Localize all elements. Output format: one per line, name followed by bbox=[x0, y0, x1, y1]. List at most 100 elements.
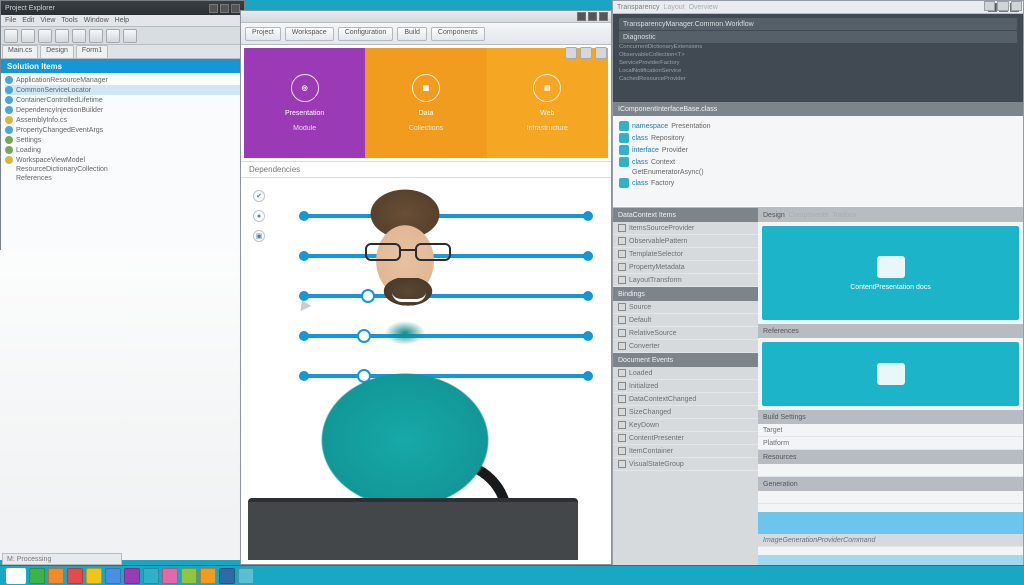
maximize-button[interactable] bbox=[588, 12, 597, 21]
titlebar-tab[interactable]: Transparency bbox=[617, 4, 660, 11]
checkbox-icon[interactable] bbox=[618, 276, 626, 284]
tile-card[interactable]: ◎PresentationModule bbox=[244, 48, 365, 158]
tab-item[interactable]: Toolbox bbox=[832, 212, 856, 219]
tree-item[interactable]: CommonServiceLocator bbox=[5, 85, 240, 95]
minimize-button[interactable] bbox=[984, 1, 995, 11]
checkbox-icon[interactable] bbox=[618, 237, 626, 245]
toolbar-button[interactable]: Configuration bbox=[338, 27, 394, 41]
menu-item[interactable]: File bbox=[5, 17, 16, 24]
tree-item[interactable]: Settings bbox=[5, 135, 240, 145]
group-header[interactable]: Bindings bbox=[613, 287, 758, 301]
dark-row[interactable]: TransparencyManager.Common.Workflow bbox=[619, 18, 1017, 30]
close-button[interactable] bbox=[1011, 1, 1022, 11]
tool-run-icon[interactable] bbox=[89, 29, 103, 43]
designer-titlebar[interactable] bbox=[241, 11, 611, 23]
properties-titlebar[interactable]: Transparency Layout Overview bbox=[613, 1, 1023, 14]
ide-tree[interactable]: ApplicationResourceManagerCommonServiceL… bbox=[1, 73, 244, 251]
group-header[interactable]: Resources bbox=[758, 450, 1023, 464]
taskbar-app-icon[interactable] bbox=[29, 568, 45, 584]
checkbox-icon[interactable] bbox=[618, 263, 626, 271]
code-line[interactable]: GetEnumeratorAsync() bbox=[619, 168, 1017, 177]
property-row[interactable]: ObservablePattern bbox=[613, 235, 758, 248]
code-line[interactable]: namespace Presentation bbox=[619, 120, 1017, 132]
property-row[interactable]: VisualStateGroup bbox=[613, 458, 758, 471]
checkbox-icon[interactable] bbox=[618, 460, 626, 468]
tree-item[interactable]: DependencyInjectionBuilder bbox=[5, 105, 240, 115]
tree-item[interactable]: ResourceDictionaryCollection bbox=[5, 165, 240, 174]
close-button[interactable] bbox=[599, 12, 608, 21]
ide-titlebar[interactable]: Project Explorer bbox=[1, 1, 244, 15]
toolbar-button[interactable]: Components bbox=[431, 27, 485, 41]
teal-card-storage[interactable] bbox=[762, 342, 1019, 406]
checkbox-icon[interactable] bbox=[618, 369, 626, 377]
taskbar-app-icon[interactable] bbox=[67, 568, 83, 584]
tool-open-icon[interactable] bbox=[21, 29, 35, 43]
taskbar-app-icon[interactable] bbox=[200, 568, 216, 584]
taskbar-app-icon[interactable] bbox=[181, 568, 197, 584]
property-row[interactable] bbox=[758, 464, 1023, 477]
taskbar[interactable] bbox=[0, 565, 1024, 585]
code-line[interactable]: interface Provider bbox=[619, 144, 1017, 156]
titlebar-tab[interactable]: Layout bbox=[664, 4, 685, 11]
toolbar-button[interactable]: Project bbox=[245, 27, 281, 41]
tree-item[interactable]: References bbox=[5, 174, 240, 183]
menu-item[interactable]: Help bbox=[115, 17, 129, 24]
checkbox-icon[interactable] bbox=[618, 395, 626, 403]
property-row[interactable]: Platform bbox=[758, 437, 1023, 450]
grid-icon[interactable] bbox=[565, 47, 577, 59]
taskbar-app-icon[interactable] bbox=[48, 568, 64, 584]
menu-item[interactable]: Window bbox=[84, 17, 109, 24]
maximize-button[interactable] bbox=[220, 4, 229, 13]
tab-item[interactable]: Form1 bbox=[76, 45, 108, 58]
tab-item[interactable]: Design bbox=[763, 212, 785, 219]
close-button[interactable] bbox=[231, 4, 240, 13]
tab-item[interactable]: Design bbox=[40, 45, 74, 58]
tool-undo-icon[interactable] bbox=[55, 29, 69, 43]
tree-item[interactable]: ApplicationResourceManager bbox=[5, 75, 240, 85]
checkbox-icon[interactable] bbox=[618, 408, 626, 416]
start-button[interactable] bbox=[6, 568, 26, 584]
maximize-button[interactable] bbox=[997, 1, 1008, 11]
checkbox-icon[interactable] bbox=[618, 342, 626, 350]
taskbar-app-icon[interactable] bbox=[219, 568, 235, 584]
tile-card[interactable]: ▦DataCollections bbox=[365, 48, 486, 158]
taskbar-app-icon[interactable] bbox=[143, 568, 159, 584]
property-row[interactable]: Default bbox=[613, 314, 758, 327]
checkbox-icon[interactable] bbox=[618, 421, 626, 429]
property-row[interactable]: SizeChanged bbox=[613, 406, 758, 419]
property-row[interactable]: Loaded bbox=[613, 367, 758, 380]
minimize-button[interactable] bbox=[209, 4, 218, 13]
property-row[interactable]: ContentPresenter bbox=[613, 432, 758, 445]
tree-item[interactable]: WorkspaceViewModel bbox=[5, 155, 240, 165]
toolbar-button[interactable]: Build bbox=[397, 27, 427, 41]
tool-config-icon[interactable] bbox=[123, 29, 137, 43]
taskbar-app-icon[interactable] bbox=[105, 568, 121, 584]
tool-save-icon[interactable] bbox=[38, 29, 52, 43]
property-row[interactable]: DataContextChanged bbox=[613, 393, 758, 406]
code-line[interactable]: class Repository bbox=[619, 132, 1017, 144]
checkbox-icon[interactable] bbox=[618, 434, 626, 442]
settings-icon[interactable] bbox=[595, 47, 607, 59]
property-row[interactable]: KeyDown bbox=[613, 419, 758, 432]
group-header[interactable]: Build Settings bbox=[758, 410, 1023, 424]
tool-redo-icon[interactable] bbox=[72, 29, 86, 43]
checkbox-icon[interactable] bbox=[618, 382, 626, 390]
tab-small[interactable]: References bbox=[758, 324, 1023, 338]
property-row[interactable]: ItemContainer bbox=[613, 445, 758, 458]
tile-card[interactable]: ▤WebInfrastructure bbox=[487, 48, 608, 158]
tree-item[interactable]: AssemblyInfo.cs bbox=[5, 115, 240, 125]
menu-item[interactable]: Edit bbox=[22, 17, 34, 24]
zoom-icon[interactable] bbox=[580, 47, 592, 59]
property-row[interactable]: Source bbox=[613, 301, 758, 314]
tab-item[interactable]: Components bbox=[789, 212, 829, 219]
group-header[interactable]: Generation bbox=[758, 477, 1023, 491]
property-row[interactable]: ItemsSourceProvider bbox=[613, 222, 758, 235]
minimize-button[interactable] bbox=[577, 12, 586, 21]
property-row[interactable]: Initialized bbox=[613, 380, 758, 393]
code-line[interactable]: class Factory bbox=[619, 177, 1017, 189]
taskbar-app-icon[interactable] bbox=[238, 568, 254, 584]
property-row[interactable]: TemplateSelector bbox=[613, 248, 758, 261]
property-row[interactable] bbox=[758, 491, 1023, 504]
tool-stop-icon[interactable] bbox=[106, 29, 120, 43]
titlebar-tab[interactable]: Overview bbox=[689, 4, 718, 11]
